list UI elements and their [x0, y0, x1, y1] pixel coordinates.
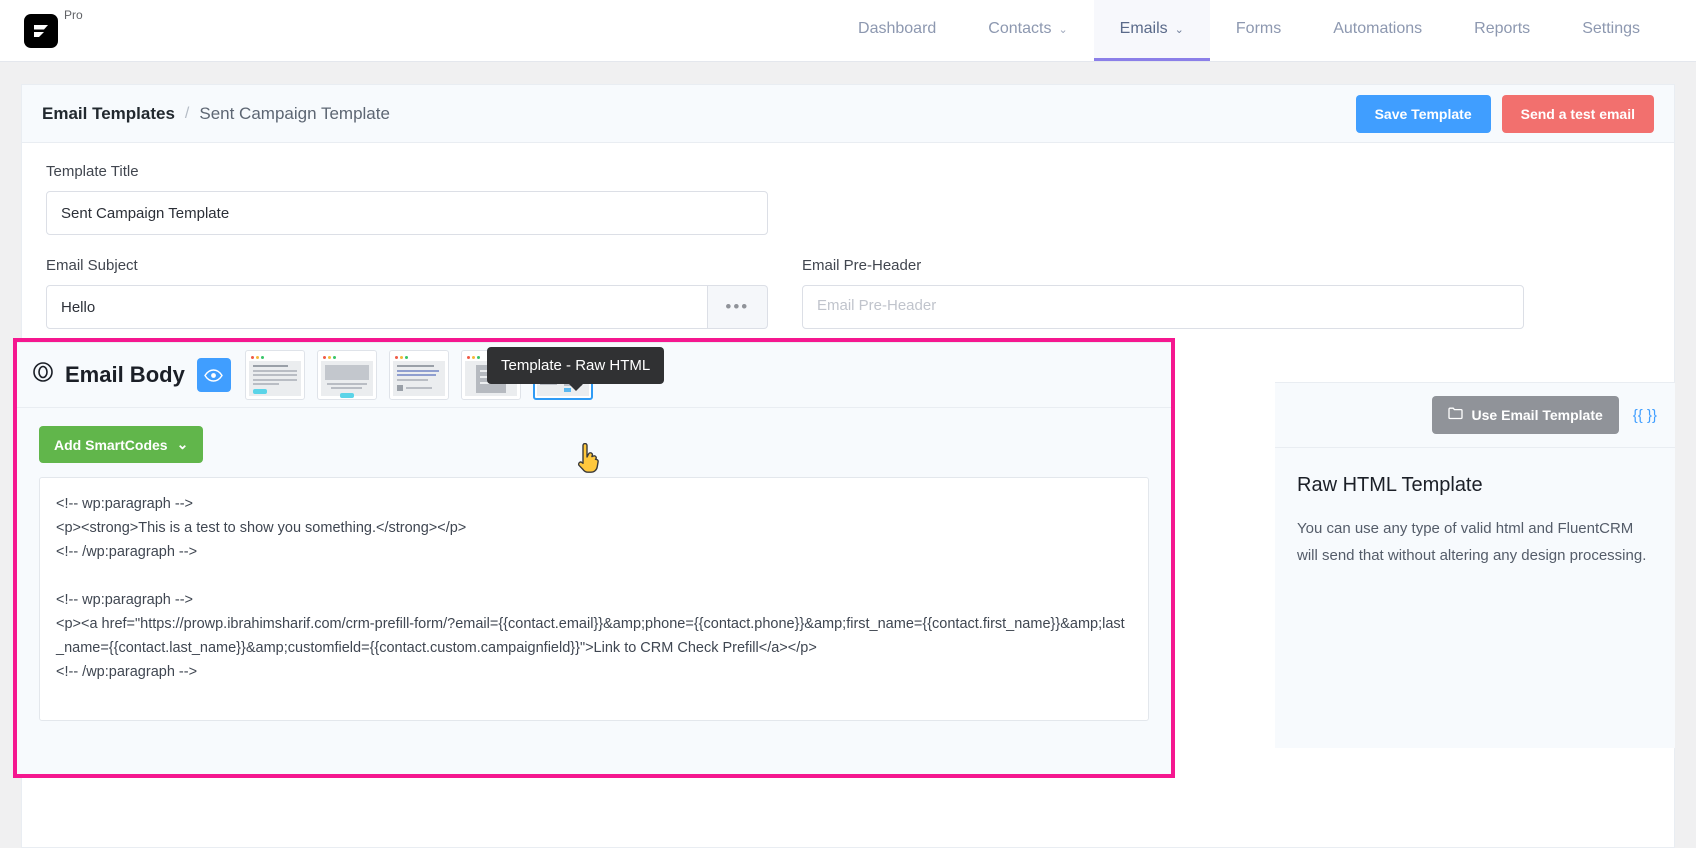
- send-test-email-button[interactable]: Send a test email: [1501, 94, 1654, 133]
- nav-item-forms[interactable]: Forms: [1210, 0, 1307, 61]
- template-thumb-image[interactable]: [316, 350, 377, 400]
- card-header: Email Templates / Sent Campaign Template…: [22, 85, 1674, 143]
- header-actions: Save Template Send a test email: [1355, 94, 1654, 133]
- pro-badge: Pro: [64, 8, 83, 22]
- nav-label: Contacts: [988, 20, 1052, 37]
- email-body-editor: Add SmartCodes ⌄ <!-- wp:paragraph --> <…: [17, 408, 1171, 774]
- add-smartcodes-label: Add SmartCodes: [54, 436, 168, 453]
- template-title-input[interactable]: [46, 191, 768, 235]
- email-body-builder: Email Body Add SmartCodes ⌄ <!-- wp:para…: [17, 342, 1171, 774]
- template-info-toolbar: Use Email Template {{ }}: [1275, 382, 1675, 448]
- subject-preheader-row: Email Subject ••• Email Pre-Header: [46, 257, 1650, 334]
- brand[interactable]: Pro: [0, 0, 83, 61]
- nav-item-settings[interactable]: Settings: [1556, 0, 1666, 61]
- template-title-group: Template Title: [46, 163, 768, 235]
- email-preheader-group: Email Pre-Header: [802, 257, 1524, 334]
- folder-icon: [1447, 407, 1463, 423]
- target-icon: [31, 360, 55, 390]
- template-thumb-classic[interactable]: [244, 350, 305, 400]
- breadcrumb-separator: /: [184, 104, 190, 122]
- breadcrumb-root[interactable]: Email Templates: [42, 104, 175, 124]
- subject-more-options-button[interactable]: •••: [707, 285, 768, 329]
- nav-label: Settings: [1582, 20, 1640, 37]
- nav-item-dashboard[interactable]: Dashboard: [832, 0, 962, 61]
- nav-label: Automations: [1333, 20, 1423, 37]
- eye-icon[interactable]: [196, 358, 231, 392]
- nav-item-contacts[interactable]: Contacts ⌄: [962, 0, 1093, 61]
- chevron-down-icon: ⌄: [1174, 23, 1184, 36]
- form-area: Template Title Email Subject ••• Email P…: [22, 143, 1674, 334]
- template-thumb-newsletter[interactable]: [388, 350, 449, 400]
- template-title-label: Template Title: [46, 163, 139, 180]
- email-preheader-input[interactable]: [802, 285, 1524, 329]
- chevron-down-icon: ⌄: [1058, 23, 1068, 36]
- top-navbar: Pro Dashboard Contacts ⌄ Emails ⌄ Forms …: [0, 0, 1696, 62]
- smartcode-token-button[interactable]: {{ }}: [1633, 407, 1657, 424]
- raw-html-code-input[interactable]: <!-- wp:paragraph --> <p><strong>This is…: [39, 477, 1149, 721]
- add-smartcodes-button[interactable]: Add SmartCodes ⌄: [39, 426, 204, 463]
- email-subject-group: Email Subject •••: [46, 257, 768, 334]
- template-info-body: Raw HTML Template You can use any type o…: [1275, 448, 1675, 748]
- template-tooltip: Template - Raw HTML: [487, 347, 665, 384]
- use-email-template-button[interactable]: Use Email Template: [1431, 396, 1619, 434]
- nav-item-automations[interactable]: Automations: [1307, 0, 1448, 61]
- breadcrumb-current: Sent Campaign Template: [199, 103, 390, 123]
- template-info-title: Raw HTML Template: [1297, 474, 1483, 496]
- template-info-description: You can use any type of valid html and F…: [1297, 520, 1647, 564]
- nav-label: Reports: [1474, 20, 1531, 37]
- fluentcrm-logo-icon: [24, 13, 58, 48]
- email-preheader-label: Email Pre-Header: [802, 257, 922, 274]
- nav-label: Emails: [1119, 20, 1168, 37]
- main-nav: Dashboard Contacts ⌄ Emails ⌄ Forms Auto…: [832, 0, 1696, 61]
- email-body-heading: Email Body: [31, 360, 185, 390]
- email-body-heading-label: Email Body: [65, 362, 185, 387]
- email-subject-input[interactable]: [46, 285, 708, 329]
- chevron-down-icon: ⌄: [176, 436, 189, 452]
- nav-label: Forms: [1235, 20, 1282, 37]
- template-info-panel: Use Email Template {{ }} Raw HTML Templa…: [1275, 382, 1675, 748]
- use-email-template-label: Use Email Template: [1471, 407, 1603, 423]
- save-template-button[interactable]: Save Template: [1355, 94, 1491, 133]
- nav-item-reports[interactable]: Reports: [1448, 0, 1556, 61]
- nav-item-emails[interactable]: Emails ⌄: [1093, 0, 1210, 61]
- nav-label: Dashboard: [858, 20, 937, 37]
- email-subject-label: Email Subject: [46, 257, 138, 274]
